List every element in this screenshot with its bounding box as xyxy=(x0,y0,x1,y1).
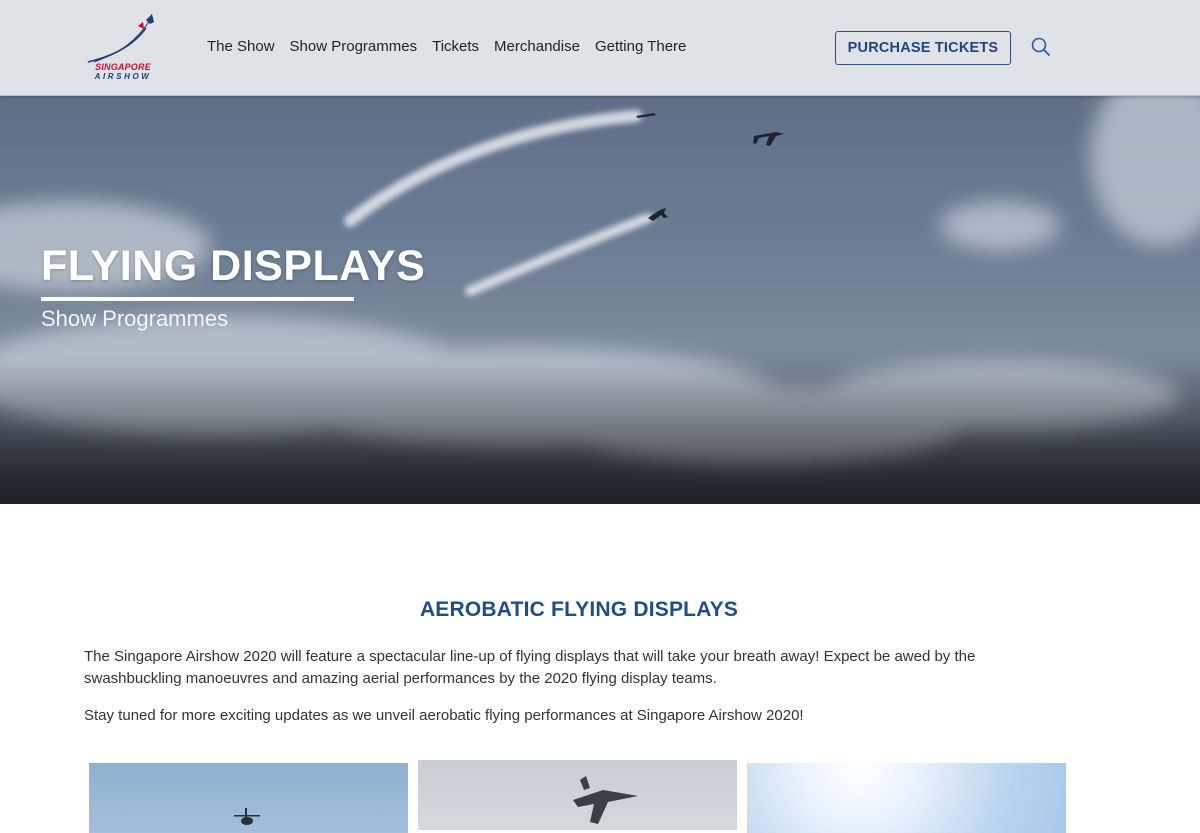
nav-item-merchandise[interactable]: Merchandise xyxy=(494,38,580,55)
hero-banner: FLYING DISPLAYS Show Programmes xyxy=(0,96,1200,504)
nav-item-getting-there[interactable]: Getting There xyxy=(595,38,686,55)
airshow-logo-icon xyxy=(87,14,154,63)
search-icon xyxy=(1031,37,1050,56)
site-header: SINGAPORE AIRSHOW The Show Show Programm… xyxy=(0,0,1200,96)
nav-item-tickets[interactable]: Tickets xyxy=(432,38,479,55)
section-heading: AEROBATIC FLYING DISPLAYS xyxy=(419,598,739,621)
main-nav: The Show Show Programmes Tickets Merchan… xyxy=(207,38,701,55)
site-logo[interactable]: SINGAPORE AIRSHOW xyxy=(80,12,164,84)
updates-paragraph: Stay tuned for more exciting updates as … xyxy=(84,707,804,724)
logo-text-airshow: AIRSHOW xyxy=(94,72,152,81)
logo-text-singapore: SINGAPORE xyxy=(95,62,151,72)
search-button[interactable] xyxy=(1030,36,1052,58)
nav-item-show-programmes[interactable]: Show Programmes xyxy=(290,38,418,55)
nav-item-the-show[interactable]: The Show xyxy=(207,38,275,55)
fighter-jet-image xyxy=(573,776,638,824)
intro-paragraph: The Singapore Airshow 2020 will feature … xyxy=(84,648,976,687)
page-subtitle: Show Programmes xyxy=(41,306,229,331)
purchase-tickets-button[interactable]: PURCHASE TICKETS xyxy=(835,31,1011,65)
title-underline xyxy=(41,297,354,301)
page-title: FLYING DISPLAYS xyxy=(41,242,426,290)
display-team-thumbnail[interactable] xyxy=(418,760,737,830)
